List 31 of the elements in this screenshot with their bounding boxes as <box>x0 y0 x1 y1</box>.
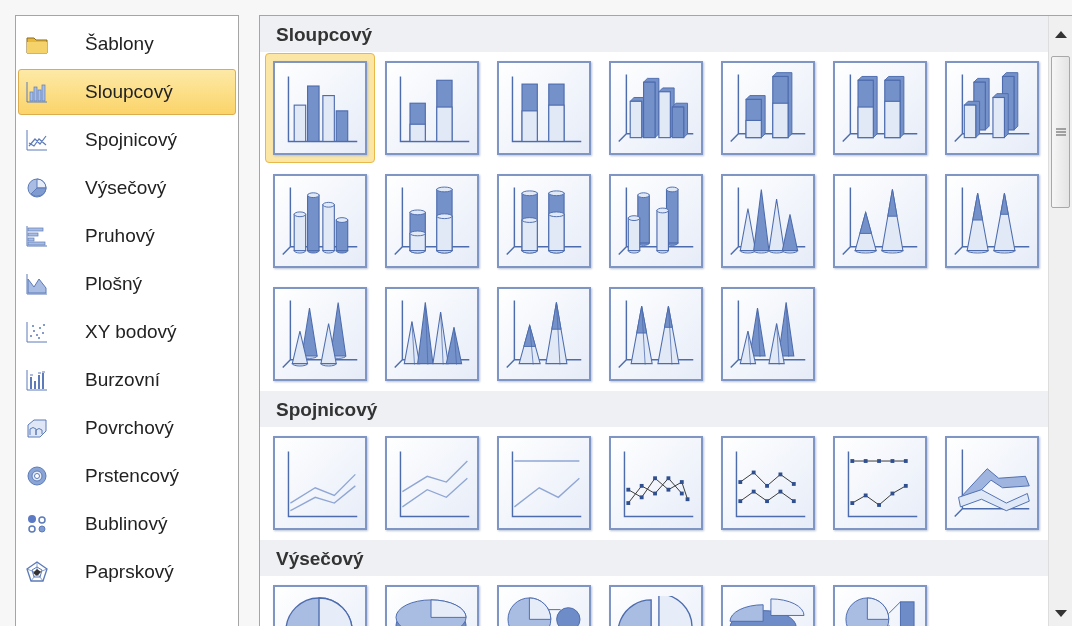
sidebar-item[interactable]: Plošný <box>18 261 236 307</box>
donut-chart-icon <box>26 465 48 487</box>
chart-type-option[interactable] <box>265 53 375 163</box>
grip-icon <box>1055 128 1066 136</box>
section-header: Výsečový <box>260 540 1048 576</box>
section-header: Spojnicový <box>260 391 1048 427</box>
sidebar-item[interactable]: Paprskový <box>18 549 236 595</box>
sidebar-item[interactable]: Bublinový <box>18 501 236 547</box>
horizontal-bar-chart-icon <box>26 225 48 247</box>
scroll-up-arrow-icon[interactable] <box>1054 30 1067 38</box>
bar-chart-icon <box>26 81 48 103</box>
sidebar-item[interactable]: Povrchový <box>18 405 236 451</box>
radar-chart-icon <box>26 561 48 583</box>
line-chart-icon <box>26 129 48 151</box>
sidebar-item[interactable]: Sloupcový <box>18 69 236 115</box>
scrollbar-thumb[interactable] <box>1051 56 1070 208</box>
pie-chart-icon <box>26 177 48 199</box>
section-header: Sloupcový <box>260 16 1048 52</box>
sidebar-item[interactable]: Šablony <box>18 21 236 67</box>
sidebar-item[interactable]: Pruhový <box>18 213 236 259</box>
stock-chart-icon <box>26 369 48 391</box>
sidebar-item[interactable]: Burzovní <box>18 357 236 403</box>
sidebar-item[interactable]: XY bodový <box>18 309 236 355</box>
sidebar-item[interactable]: Prstencový <box>18 453 236 499</box>
sidebar-item[interactable]: Výsečový <box>18 165 236 211</box>
scatter-chart-icon <box>26 321 48 343</box>
area-chart-icon <box>26 273 48 295</box>
scroll-down-arrow-icon[interactable] <box>1054 610 1067 618</box>
sidebar-item[interactable]: Spojnicový <box>18 117 236 163</box>
surface-chart-icon <box>26 417 48 439</box>
bubble-chart-icon <box>26 513 48 535</box>
